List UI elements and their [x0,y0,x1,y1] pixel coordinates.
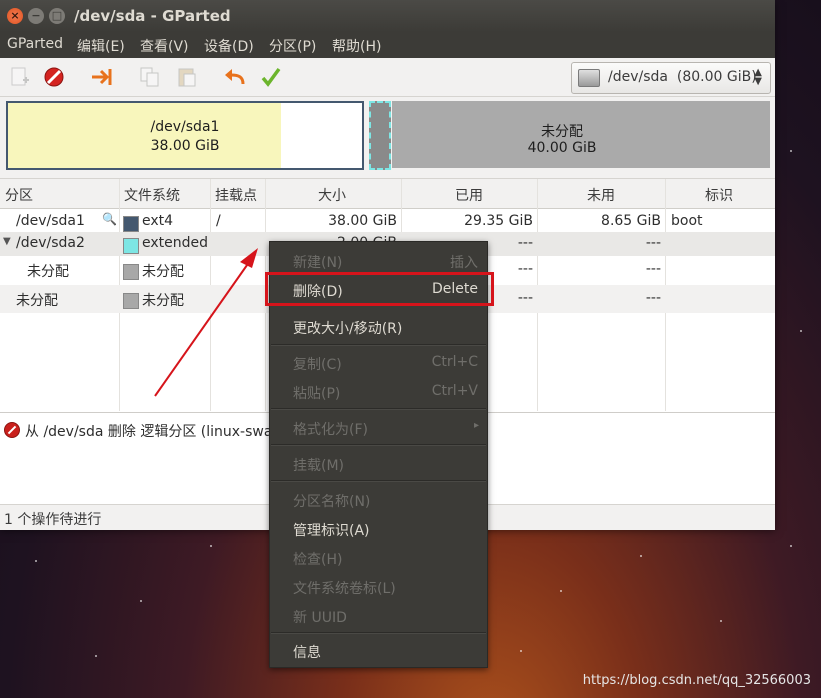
watermark: https://blog.csdn.net/qq_32566003 [582,673,811,688]
annotation-arrow [154,248,258,397]
